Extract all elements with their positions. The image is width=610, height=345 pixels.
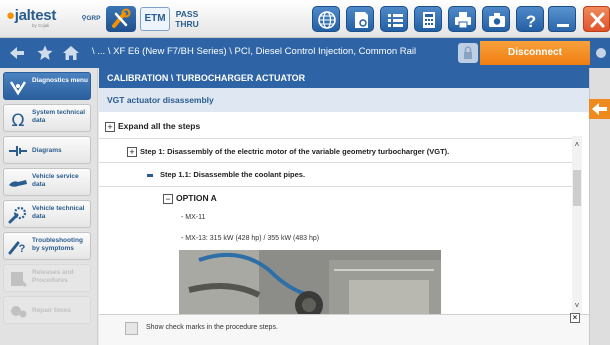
sidebar-item-label: Repair times bbox=[32, 307, 72, 314]
lock-button[interactable] bbox=[458, 43, 478, 63]
expand-all-label: Expand all the steps bbox=[118, 121, 201, 131]
option-a-row[interactable]: − OPTION A bbox=[163, 192, 217, 204]
document-icon bbox=[355, 12, 368, 28]
sidebar-item-label: Diagrams bbox=[32, 147, 62, 154]
camera-icon bbox=[489, 13, 505, 27]
top-toolbar: ●jaltest by Cojali ⚲GRP ETM PASS THRU ? bbox=[0, 0, 610, 38]
svg-text:Ω: Ω bbox=[12, 111, 25, 128]
grp-button[interactable]: ⚲GRP bbox=[80, 8, 102, 30]
calculator-button[interactable] bbox=[414, 6, 442, 32]
engine-variant-mx13: - MX-13: 315 kW (428 hp) / 355 kW (483 h… bbox=[181, 235, 320, 242]
list-icon bbox=[388, 14, 403, 27]
engine-variant-mx11: - MX-11 bbox=[181, 214, 206, 221]
page-title: CALIBRATION \ TURBOCHARGER ACTUATOR bbox=[99, 68, 589, 88]
releases-icon bbox=[11, 272, 28, 288]
sidebar-item-diagnostics-menu[interactable]: Diagnostics menu bbox=[3, 72, 91, 100]
grp-label: GRP bbox=[86, 15, 101, 22]
sidebar-item-vehicle-service-data[interactable]: Vehicle service data bbox=[3, 168, 91, 196]
left-arrow-icon bbox=[592, 103, 607, 115]
sidebar-item-label: Diagnostics menu bbox=[32, 77, 88, 84]
breadcrumb: \ ... \ XF E6 (New F7/BH Series) \ PCI, … bbox=[92, 46, 417, 57]
connection-status-indicator bbox=[596, 48, 606, 58]
scroll-down-icon[interactable]: ˅ bbox=[572, 301, 582, 311]
back-arrow-icon[interactable] bbox=[8, 44, 26, 62]
plus-icon: + bbox=[105, 121, 115, 132]
printer-icon bbox=[455, 12, 471, 29]
sidebar-item-label: Releases and Procedures bbox=[32, 269, 74, 284]
repair-times-icon bbox=[11, 306, 27, 318]
pass-label: PASS bbox=[175, 9, 199, 19]
plus-icon: + bbox=[127, 147, 137, 158]
minimize-button[interactable] bbox=[548, 6, 576, 32]
wrench-gear-icon bbox=[8, 206, 27, 224]
sidebar-item-troubleshooting[interactable]: ? Troubleshooting by symptoms bbox=[3, 232, 91, 260]
step-bullet-icon bbox=[147, 173, 153, 177]
sidebar-item-repair-times: Repair times bbox=[3, 296, 91, 324]
sidebar-item-label: Vehicle service data bbox=[32, 173, 79, 188]
list-button[interactable] bbox=[380, 6, 408, 32]
home-icon[interactable] bbox=[62, 44, 80, 62]
troubleshoot-icon: ? bbox=[8, 241, 26, 255]
omega-icon: Ω bbox=[12, 111, 25, 128]
sidebar-item-label: System technical data bbox=[32, 109, 86, 124]
sidebar-item-vehicle-technical-data[interactable]: Vehicle technical data bbox=[3, 200, 91, 228]
expand-all-steps[interactable]: + Expand all the steps bbox=[105, 120, 200, 134]
jaltest-logo: ●jaltest by Cojali bbox=[6, 8, 78, 32]
tools-icon bbox=[112, 8, 131, 28]
show-checkmarks-label: Show check marks in the procedure steps. bbox=[146, 324, 278, 331]
globe-button[interactable] bbox=[312, 6, 340, 32]
diagnostic-tools-button[interactable] bbox=[106, 6, 136, 32]
sidebar-item-diagrams[interactable]: Diagrams bbox=[3, 136, 91, 164]
thru-label: THRU bbox=[175, 19, 199, 29]
divider bbox=[99, 186, 572, 187]
minimize-icon bbox=[557, 24, 569, 27]
pass-thru-button[interactable]: PASS THRU bbox=[172, 7, 202, 31]
divider bbox=[99, 162, 572, 163]
procedure-title: VGT actuator disassembly bbox=[99, 88, 589, 112]
option-a-label: OPTION A bbox=[176, 193, 217, 203]
calculator-icon bbox=[423, 12, 435, 28]
svg-text:?: ? bbox=[526, 12, 536, 31]
close-button[interactable] bbox=[583, 6, 610, 32]
procedure-panel: CALIBRATION \ TURBOCHARGER ACTUATOR VGT … bbox=[99, 68, 589, 345]
scrollbar-thumb[interactable] bbox=[573, 170, 581, 206]
globe-icon bbox=[318, 11, 336, 29]
show-checkmarks-checkbox[interactable] bbox=[125, 322, 138, 335]
vertical-scrollbar[interactable] bbox=[572, 136, 582, 314]
step-1-1-label: Step 1.1: Disassemble the coolant pipes. bbox=[160, 170, 306, 179]
sidebar-item-label: Troubleshooting by symptoms bbox=[32, 237, 83, 252]
diagram-icon bbox=[9, 146, 27, 156]
diagnostics-icon bbox=[9, 81, 27, 96]
svg-text:?: ? bbox=[19, 243, 26, 255]
divider bbox=[99, 138, 572, 139]
vehicle-info-button[interactable] bbox=[346, 6, 374, 32]
disconnect-button[interactable]: Disconnect bbox=[480, 41, 590, 65]
sidebar: Diagnostics menu Ω System technical data… bbox=[0, 68, 98, 345]
back-panel-button[interactable] bbox=[589, 99, 610, 119]
close-footer-button[interactable]: × bbox=[570, 313, 580, 323]
sidebar-item-releases-procedures: Releases and Procedures bbox=[3, 264, 91, 292]
help-icon: ? bbox=[526, 12, 536, 31]
print-button[interactable] bbox=[448, 6, 476, 32]
help-button[interactable]: ? bbox=[516, 6, 544, 32]
favorites-star-icon[interactable] bbox=[36, 44, 54, 62]
etm-button[interactable]: ETM bbox=[140, 7, 170, 31]
step-1-row[interactable]: + Step 1: Disassembly of the electric mot… bbox=[127, 146, 449, 158]
minus-icon: − bbox=[163, 193, 173, 204]
sidebar-item-system-technical-data[interactable]: Ω System technical data bbox=[3, 104, 91, 132]
screenshot-button[interactable] bbox=[482, 6, 510, 32]
scroll-up-icon[interactable]: ˄ bbox=[572, 140, 582, 150]
step-1-label: Step 1: Disassembly of the electric moto… bbox=[140, 147, 450, 156]
step-1-1-row[interactable]: Step 1.1: Disassemble the coolant pipes. bbox=[147, 170, 305, 180]
sidebar-item-label: Vehicle technical data bbox=[32, 205, 85, 220]
close-icon bbox=[590, 12, 605, 28]
lock-icon bbox=[464, 46, 472, 59]
service-icon bbox=[9, 180, 27, 187]
logo-text: jaltest bbox=[14, 7, 57, 24]
